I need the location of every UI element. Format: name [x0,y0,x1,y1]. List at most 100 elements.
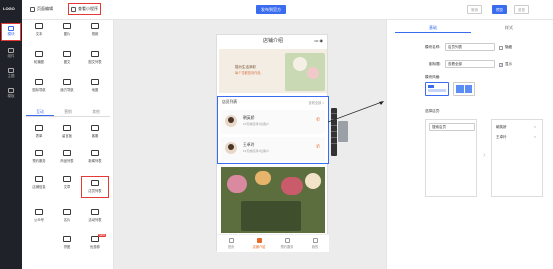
component-carousel[interactable]: 轮播图 [26,48,52,68]
tab-label: 店铺介绍 [252,245,266,249]
redo-button[interactable]: 重做 [514,5,529,14]
staff-name: 朝英娇 [243,116,255,120]
show-subtitle-checkbox[interactable]: ✓ 显示 [499,62,512,67]
component-text[interactable]: 文本 [26,20,52,40]
form-icon [35,125,43,131]
selected-staff-item[interactable]: 朝英娇 [496,125,507,130]
component-article[interactable]: 文章 [54,173,80,193]
component-map[interactable]: 地图 [82,76,108,96]
nav-item-template[interactable]: 模板 [2,86,20,102]
component-label: 公众号 [34,218,44,222]
main-nav-sidebar: LOGO 模块 组件 主题 模板 [0,0,22,269]
component-booking[interactable]: 预约服务 [26,147,52,167]
tab-basic[interactable]: 基础 [395,23,471,33]
component-news-list[interactable]: 新闻列表 [82,147,108,167]
component-label: 优惠券 [90,245,100,249]
component-customer-service[interactable]: 客服 [82,122,108,142]
preview-button[interactable]: 预览 [492,5,507,14]
component-label: 轮播图 [34,60,44,64]
mini-program-button[interactable]: 查看小程序 [68,3,101,15]
tab-style[interactable]: 样式 [471,23,547,33]
subtitle-input[interactable]: 查看全部 [445,60,495,68]
component-group-buy[interactable]: 拼团 [54,233,80,253]
tab-bar: 首页 店铺介绍 预约服务 我的 [217,234,329,252]
tab-mine[interactable]: 我的 [301,235,329,252]
staff-list-module[interactable]: 店员列表 查看全部 > 朝英娇 15天前接待1位客户 ✆ 王卓玲 15天前接待1… [217,96,329,164]
staff-item[interactable]: 王卓玲 15天前接待1位客户 ✆ [221,137,325,161]
remove-icon[interactable]: × [534,135,536,139]
staff-item[interactable]: 朝英娇 15天前接待1位客户 ✆ [221,110,325,134]
available-staff-list: 搜索店员 [425,119,477,197]
style-preview-bar [428,89,446,92]
component-label: 图文列表 [88,60,102,64]
shop-counter [241,201,301,231]
flower-petal [293,57,307,71]
delete-icon[interactable] [331,138,337,144]
component-image[interactable]: 图片 [54,20,80,40]
checkbox-checked: ✓ [499,62,503,67]
nav-item-components[interactable]: 组件 [2,46,20,62]
module-icon [8,26,14,31]
card-icon [63,209,71,215]
component-coupon[interactable]: NEW 优惠券 [82,233,108,253]
editor-canvas: 店铺介绍 ••• ◉ 描为生活添彩 每个花都是诗作品 店员列表 查看全部 > 朝… [114,20,386,269]
component-activity-list[interactable]: 活动列表 [82,206,108,226]
tab-home[interactable]: 首页 [217,235,245,252]
drag-handle[interactable] [338,121,348,142]
component-product-list[interactable]: 商品列表 [54,147,80,167]
news-icon [91,150,99,156]
undo-button[interactable]: 撤销 [467,5,482,14]
chevron-right-icon[interactable]: › [483,150,486,159]
component-staff-list[interactable]: 店员列表 [81,176,109,198]
phone-icon[interactable]: ✆ [316,144,321,150]
product-icon [63,150,71,156]
style-option-grid[interactable] [453,82,475,96]
page-icon [30,6,35,12]
staff-icon [91,180,99,186]
staff-module-title: 店员列表 [222,100,238,104]
component-message-board[interactable]: 留言板 [54,122,80,142]
official-account-icon [35,209,43,215]
calendar-icon [284,238,290,243]
component-store-info[interactable]: 店铺信息 [26,173,52,193]
nav-label: 组件 [7,54,15,58]
module-name-input[interactable]: 店员列表 [445,43,495,51]
staff-desc: 15天前接待1位客户 [243,122,270,126]
image-text-icon [63,51,71,57]
grid-icon [35,79,43,85]
selected-staff-item[interactable]: 王卓玲 [496,135,507,140]
tab-interactive[interactable]: 互动 [26,107,54,116]
tab-label: 我的 [311,245,319,249]
component-official-account[interactable]: 公众号 [26,206,52,226]
top-toolbar: 页面编辑 查看小程序 发布到官方 撤销 预览 重做 [22,0,553,20]
page-manage-button[interactable]: 页面编辑 [30,6,53,12]
style-option-list[interactable] [425,82,449,96]
tab-other[interactable]: 其他 [82,107,110,116]
publish-button[interactable]: 发布到官方 [256,5,286,14]
activity-icon [91,209,99,215]
shop-photo [221,167,325,233]
banner[interactable]: 描为生活添彩 每个花都是诗作品 [219,49,327,93]
capsule-menu-icon: ••• ◉ [314,38,323,43]
hide-title-checkbox[interactable]: 隐藏 [499,45,512,50]
tab-store-intro[interactable]: 店铺介绍 [245,235,273,252]
component-icon-nav[interactable]: 图标导航 [26,76,52,96]
tab-booking[interactable]: 预约服务 [273,235,301,252]
page-manage-label: 页面编辑 [37,6,53,11]
component-form[interactable]: 表单 [26,122,52,142]
flower-cluster [305,173,321,189]
cube-icon [63,79,71,85]
component-label: 新闻列表 [88,159,102,163]
remove-icon[interactable]: × [534,125,536,129]
component-cube-nav[interactable]: 魔方导航 [54,76,80,96]
staff-search-input[interactable]: 搜索店员 [429,123,475,131]
component-image-text-list[interactable]: 图文列表 [82,48,108,68]
component-video[interactable]: 视频 [82,20,108,40]
component-card[interactable]: 名片 [54,206,80,226]
component-image-text[interactable]: 图文 [54,48,80,68]
view-all-link[interactable]: 查看全部 > [309,100,325,105]
tab-marketing[interactable]: 营销 [54,107,82,116]
nav-item-modules[interactable]: 模块 [1,23,21,41]
phone-icon[interactable]: ✆ [316,117,321,123]
nav-item-theme[interactable]: 主题 [2,66,20,82]
